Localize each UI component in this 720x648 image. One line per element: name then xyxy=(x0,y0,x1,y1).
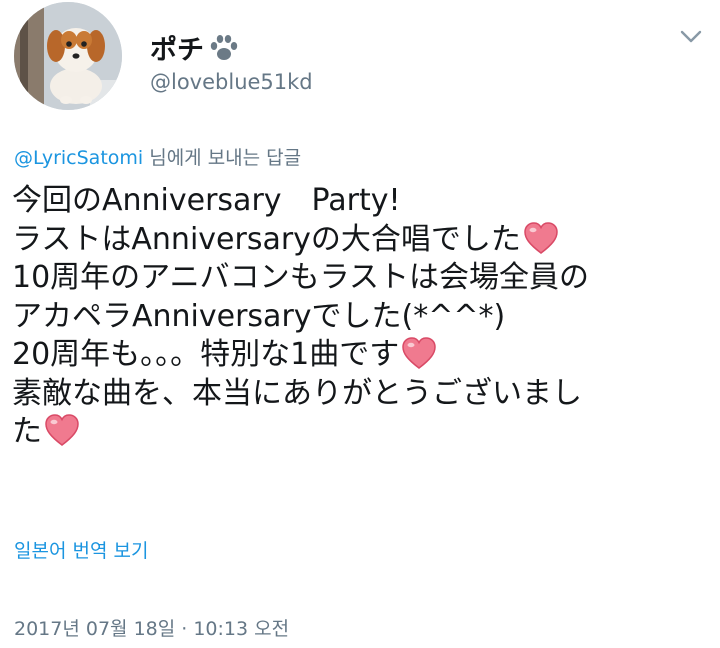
reply-context: @LyricSatomi 님에게 보내는 답글 xyxy=(14,143,301,170)
tweet-line: 10周年のアニバコンもラストは会場全員の xyxy=(12,260,589,295)
tweet-line: アカペラAnniversaryでした(*^^*) xyxy=(12,298,506,334)
reply-suffix: 님에게 보내는 답글 xyxy=(143,147,302,169)
tweet-menu-button[interactable] xyxy=(674,22,708,52)
display-name[interactable]: ポチ xyxy=(150,28,204,67)
tweet-line: 素敵な曲を、本当にありがとうございまし xyxy=(12,375,582,411)
red-heart-icon xyxy=(524,221,558,254)
paw-print-icon xyxy=(210,34,238,60)
tweet-timestamp[interactable]: 2017년 07월 18일 · 10:13 오전 xyxy=(14,614,289,641)
user-display-name-row[interactable]: ポチ xyxy=(150,28,240,67)
tweet-line: ラストはAnniversaryの大合唱でした xyxy=(12,221,712,260)
translate-tweet-link[interactable]: 일본어 번역 보기 xyxy=(14,536,148,563)
avatar[interactable] xyxy=(14,2,122,110)
tweet-line: た xyxy=(12,413,712,452)
red-heart-icon xyxy=(45,414,79,446)
tweet-text: 今回のAnniversary Party! ラストはAnniversaryの大合… xyxy=(12,182,712,452)
chevron-down-icon xyxy=(680,30,702,43)
tweet-line: 20周年も。。。特別な1曲です xyxy=(12,336,712,375)
reply-mention-link[interactable]: @LyricSatomi xyxy=(14,147,143,169)
puppy-avatar-image xyxy=(14,2,122,110)
user-handle[interactable]: @loveblue51kd xyxy=(150,70,313,94)
red-heart-icon xyxy=(402,337,437,369)
tweet-line: 今回のAnniversary Party! xyxy=(12,183,401,218)
